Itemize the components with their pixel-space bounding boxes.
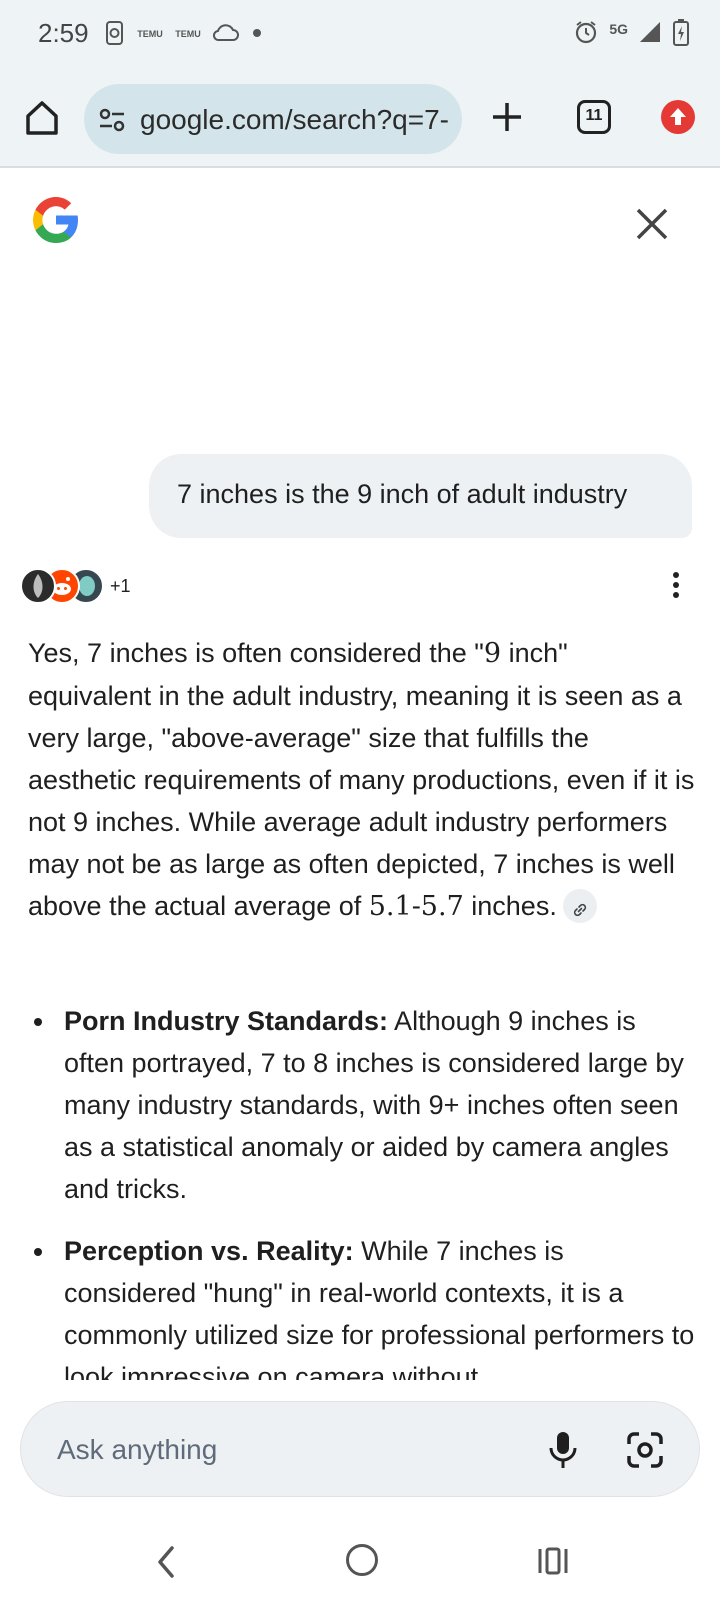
bullet-title: Porn Industry Standards: — [64, 1006, 389, 1036]
site-settings-icon[interactable] — [98, 106, 126, 134]
bullet-dot — [34, 1248, 42, 1256]
recents-icon[interactable] — [536, 1544, 570, 1578]
answer-number: 5.1-5.7 — [368, 891, 464, 922]
dot-icon — [250, 26, 264, 43]
update-icon[interactable] — [661, 100, 695, 134]
answer-number: 9 — [483, 638, 502, 669]
ask-input-bar[interactable]: Ask anything — [20, 1401, 700, 1497]
more-options-icon[interactable] — [668, 572, 684, 602]
back-icon[interactable] — [148, 1540, 184, 1584]
list-item: Perception vs. Reality: While 7 inches i… — [28, 1230, 696, 1380]
ask-input-placeholder[interactable]: Ask anything — [57, 1434, 217, 1466]
status-icons-right: 5G — [573, 18, 690, 51]
sources-more-count[interactable]: +1 — [110, 576, 131, 597]
microphone-icon[interactable] — [543, 1428, 583, 1472]
temu-icon: TEMU — [137, 29, 163, 39]
google-logo-icon — [26, 190, 86, 250]
home-icon[interactable] — [20, 96, 64, 140]
source-avatar[interactable] — [20, 568, 56, 604]
system-navigation-bar — [0, 1520, 720, 1604]
close-icon[interactable] — [632, 204, 672, 244]
answer-text: inches. — [463, 891, 557, 921]
answer-bullet-list: Porn Industry Standards: Although 9 inch… — [28, 1000, 696, 1380]
citation-link-icon[interactable] — [562, 888, 597, 923]
screen-record-icon — [104, 20, 126, 49]
new-tab-icon[interactable] — [484, 94, 530, 140]
battery-charging-icon — [672, 18, 690, 51]
home-nav-icon[interactable] — [346, 1544, 378, 1576]
temu-icon: TEMU — [175, 29, 201, 39]
status-time: 2:59 — [38, 18, 89, 48]
list-item: Porn Industry Standards: Although 9 inch… — [28, 1000, 696, 1210]
bullet-dot — [34, 1018, 42, 1026]
signal-icon — [638, 20, 662, 49]
answer-text: inch" equivalent in the adult industry, … — [28, 638, 695, 921]
browser-toolbar: google.com/search?q=7- 11 — [0, 70, 720, 168]
answer-text: Yes, 7 inches is often considered the " — [28, 638, 484, 668]
tab-switcher-button[interactable]: 11 — [577, 100, 611, 134]
ai-answer-paragraph: Yes, 7 inches is often considered the "9… — [28, 632, 696, 928]
network-type: 5G — [609, 20, 628, 37]
cloud-icon — [212, 23, 240, 46]
google-lens-icon[interactable] — [625, 1430, 665, 1470]
alarm-icon — [573, 19, 599, 50]
user-query-bubble: 7 inches is the 9 inch of adult industry — [149, 454, 692, 538]
status-bar: 2:59 TEMU TEMU 5G — [0, 0, 720, 70]
status-icons-left: TEMU TEMU — [104, 20, 264, 49]
bullet-title: Perception vs. Reality: — [64, 1236, 354, 1266]
url-text: google.com/search?q=7- — [140, 104, 449, 135]
sources-row[interactable]: +1 — [20, 566, 131, 606]
address-bar[interactable]: google.com/search?q=7- — [84, 84, 462, 154]
